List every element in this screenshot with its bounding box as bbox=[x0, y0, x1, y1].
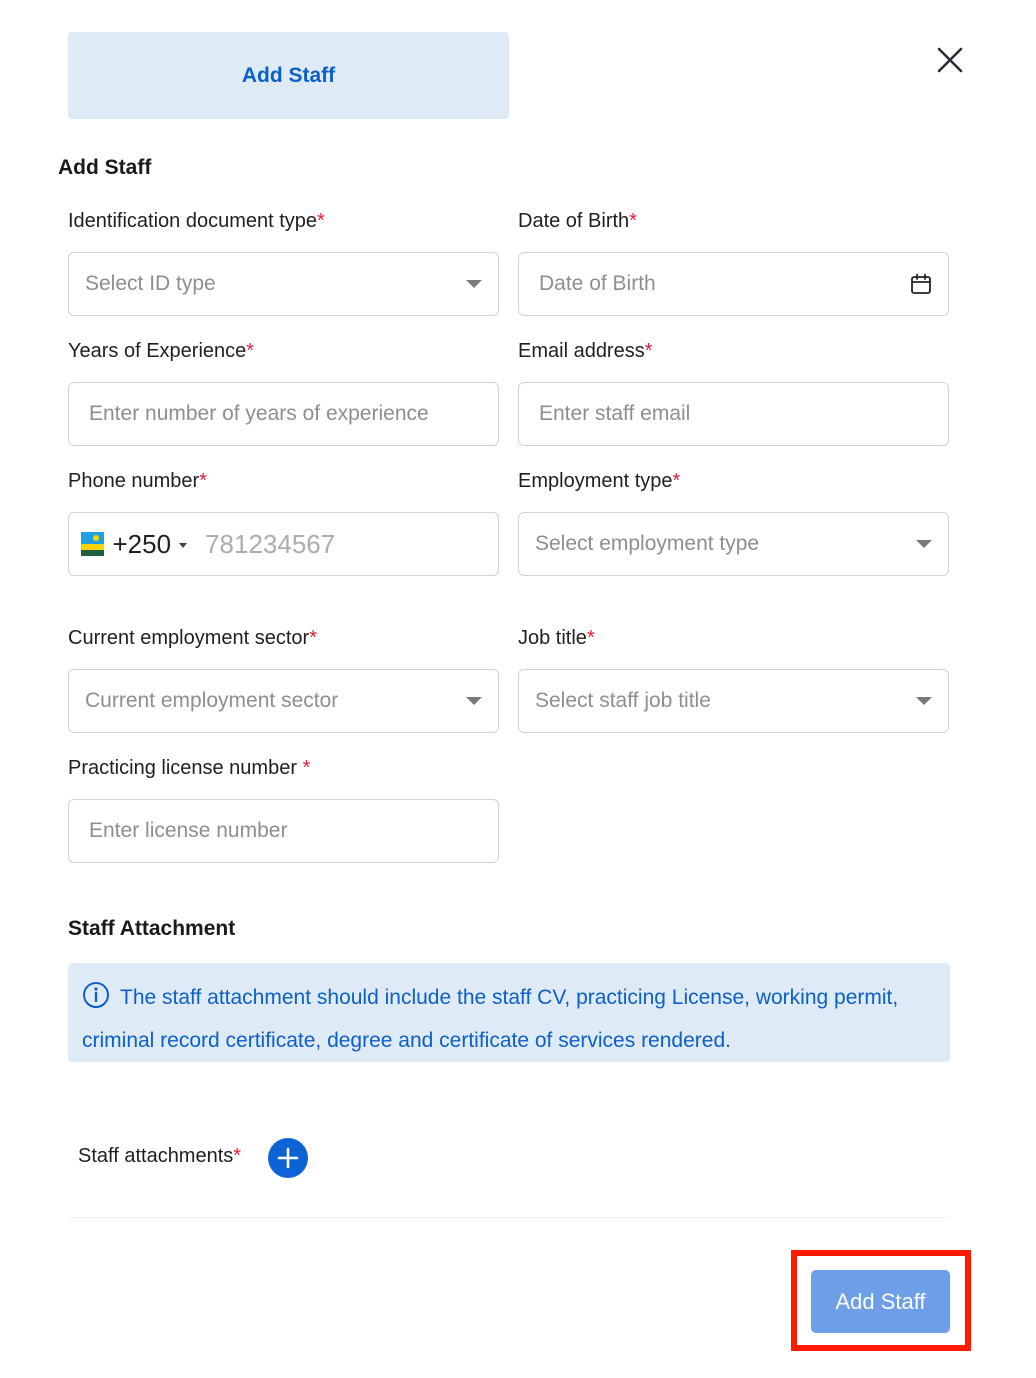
attachment-info-banner: The staff attachment should include the … bbox=[68, 963, 950, 1062]
close-icon bbox=[937, 47, 963, 73]
employment-type-select[interactable]: Select employment type bbox=[518, 512, 949, 576]
dial-code[interactable]: +250 bbox=[112, 529, 171, 560]
license-input[interactable] bbox=[85, 819, 482, 843]
add-staff-submit-button[interactable]: Add Staff bbox=[811, 1270, 950, 1333]
experience-label: Years of Experience* bbox=[68, 340, 255, 362]
info-icon bbox=[82, 981, 110, 1022]
license-label: Practicing license number * bbox=[68, 757, 311, 779]
employment-type-label: Employment type* bbox=[518, 470, 681, 492]
required-mark: * bbox=[309, 627, 317, 649]
caret-down-icon bbox=[916, 697, 932, 705]
submit-label: Add Staff bbox=[835, 1288, 926, 1314]
caret-down-icon bbox=[466, 280, 482, 288]
required-mark: * bbox=[672, 470, 681, 492]
caret-down-icon bbox=[466, 697, 482, 705]
attachment-section-title: Staff Attachment bbox=[68, 917, 236, 940]
tab-add-staff-label: Add Staff bbox=[241, 63, 336, 87]
country-caret-icon[interactable] bbox=[179, 542, 188, 548]
id-type-label: Identification document type* bbox=[68, 210, 325, 232]
required-mark: * bbox=[199, 470, 207, 492]
caret-down-icon bbox=[916, 540, 932, 548]
phone-field-box: +250 bbox=[68, 512, 499, 576]
job-title-placeholder: Select staff job title bbox=[535, 689, 711, 712]
id-type-placeholder: Select ID type bbox=[85, 272, 216, 295]
id-type-select[interactable]: Select ID type bbox=[68, 252, 499, 316]
sector-select[interactable]: Current employment sector bbox=[68, 669, 499, 733]
required-mark: * bbox=[302, 757, 311, 779]
dob-field[interactable]: Date of Birth bbox=[518, 252, 949, 316]
tab-add-staff[interactable]: Add Staff bbox=[68, 32, 509, 119]
required-mark: * bbox=[629, 210, 637, 232]
required-mark: * bbox=[317, 210, 325, 232]
plus-icon bbox=[277, 1147, 299, 1169]
form-title: Add Staff bbox=[58, 156, 152, 179]
dob-label: Date of Birth* bbox=[518, 210, 637, 232]
attachment-info-text: The staff attachment should include the … bbox=[82, 986, 899, 1052]
experience-input[interactable] bbox=[85, 402, 482, 426]
footer-divider bbox=[68, 1217, 950, 1218]
email-label: Email address* bbox=[518, 340, 653, 362]
sector-placeholder: Current employment sector bbox=[85, 689, 339, 712]
add-attachment-button[interactable] bbox=[268, 1138, 308, 1178]
rwanda-flag-icon[interactable] bbox=[81, 532, 105, 556]
required-mark: * bbox=[246, 340, 255, 362]
email-input[interactable] bbox=[535, 402, 932, 426]
required-mark: * bbox=[586, 627, 595, 649]
phone-input[interactable] bbox=[205, 528, 482, 560]
required-mark: * bbox=[644, 340, 653, 362]
staff-attachments-label: Staff attachments* bbox=[78, 1145, 242, 1167]
calendar-icon[interactable] bbox=[910, 273, 932, 295]
close-button[interactable] bbox=[930, 40, 970, 80]
phone-label: Phone number* bbox=[68, 470, 207, 492]
license-field-box bbox=[68, 799, 499, 863]
sector-label: Current employment sector* bbox=[68, 627, 317, 649]
job-title-select[interactable]: Select staff job title bbox=[518, 669, 949, 733]
dob-placeholder: Date of Birth bbox=[539, 272, 656, 295]
required-mark: * bbox=[233, 1145, 242, 1167]
email-field-box bbox=[518, 382, 949, 446]
job-title-label: Job title* bbox=[518, 627, 595, 649]
employment-type-placeholder: Select employment type bbox=[535, 532, 760, 555]
experience-field-box bbox=[68, 382, 499, 446]
